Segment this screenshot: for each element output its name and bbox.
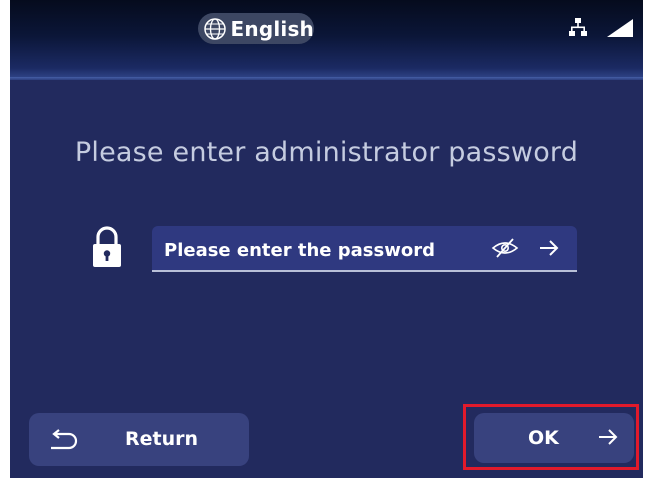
ok-button[interactable]: OK <box>474 413 634 463</box>
arrow-right-icon <box>597 428 619 446</box>
status-bar-divider <box>10 77 643 80</box>
language-label: English <box>230 16 314 41</box>
return-arrow-icon <box>47 429 79 451</box>
lock-icon <box>91 225 123 269</box>
signal-icon <box>606 18 634 38</box>
network-icon <box>568 17 588 37</box>
password-screen: English Please enter administrator passw… <box>10 0 643 478</box>
password-placeholder: Please enter the password <box>164 240 435 261</box>
globe-icon <box>202 16 228 42</box>
arrow-right-icon[interactable] <box>538 239 560 257</box>
return-label: Return <box>125 428 199 450</box>
return-button[interactable]: Return <box>29 413 249 466</box>
eye-off-icon[interactable] <box>490 237 520 259</box>
page-title: Please enter administrator password <box>74 137 579 168</box>
password-input[interactable]: Please enter the password <box>152 226 577 272</box>
ok-label: OK <box>528 427 559 449</box>
status-bar: English <box>10 0 643 80</box>
language-button[interactable]: English <box>198 13 314 44</box>
